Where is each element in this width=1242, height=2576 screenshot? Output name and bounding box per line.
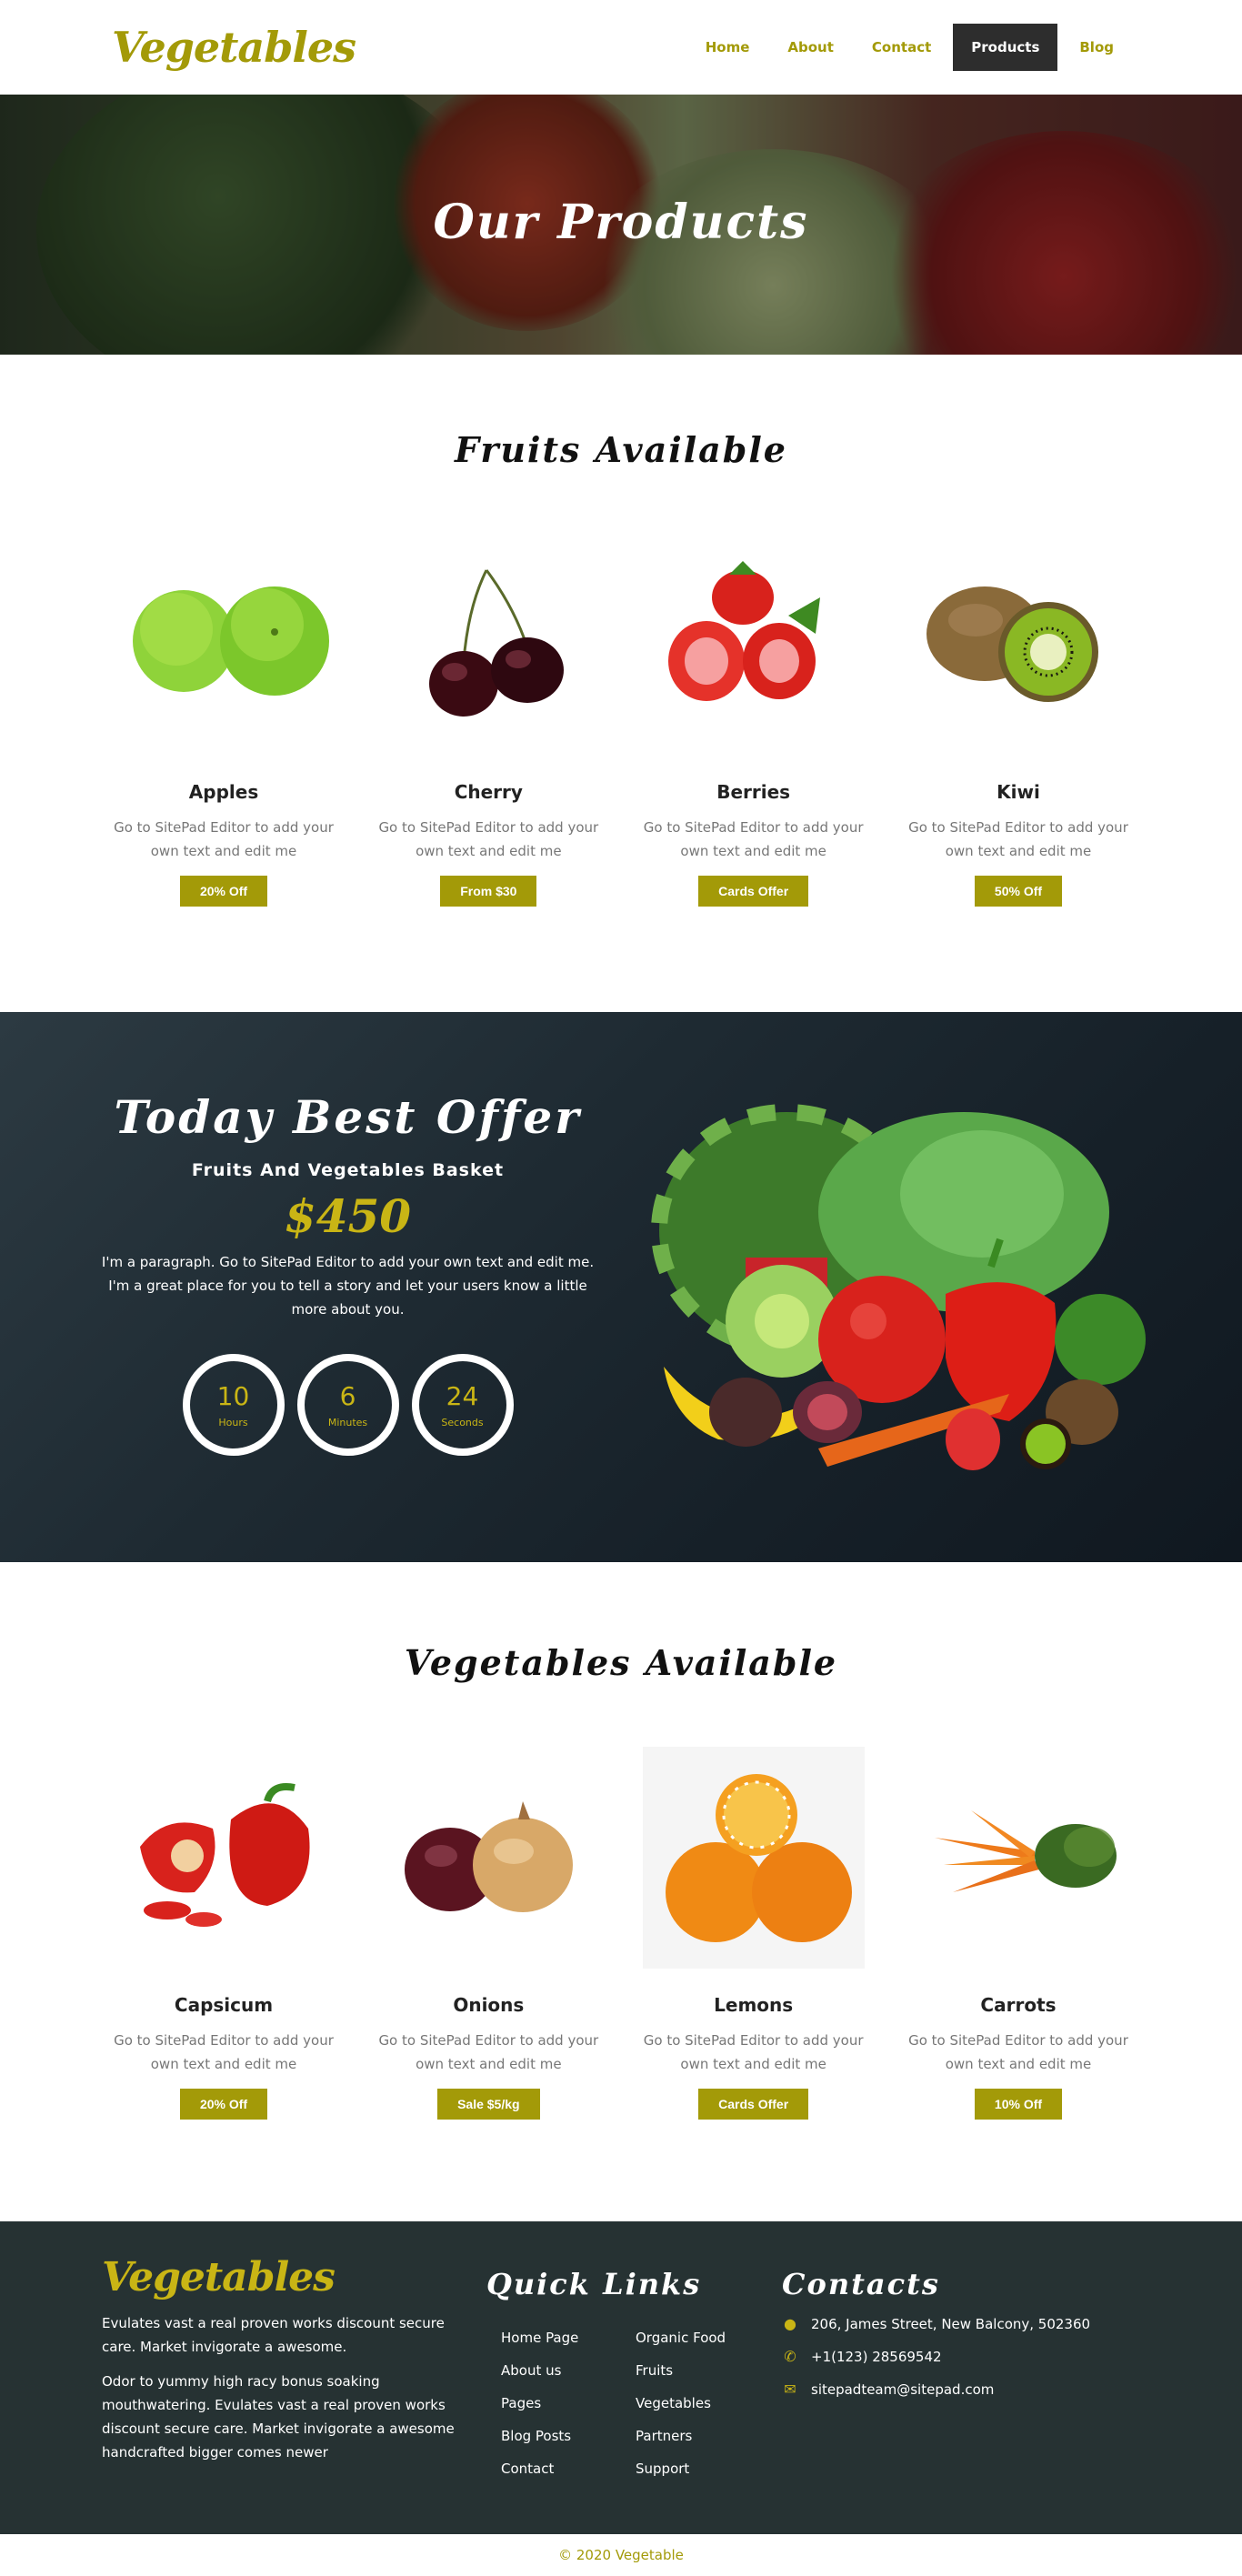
apples-image	[113, 534, 335, 756]
links-column-2: Organic Food Fruits Vegetables Partners …	[621, 2321, 756, 2485]
product-name: Apples	[188, 781, 259, 803]
product-card: Cherry Go to SitePad Editor to add your …	[374, 534, 603, 907]
countdown: 10 Hours 6 Minutes 24 Seconds	[91, 1354, 605, 1456]
footer-link[interactable]: Home Page	[501, 2321, 621, 2354]
vegetables-grid: Capsicum Go to SitePad Editor to add you…	[0, 1747, 1242, 2120]
vegetables-section: Vegetables Available Capsicum Go to Site…	[0, 1562, 1242, 2120]
footer-link[interactable]: Blog Posts	[501, 2420, 621, 2452]
offer-section: Today Best Offer Fruits And Vegetables B…	[0, 1012, 1242, 1562]
offer-subtitle: Fruits And Vegetables Basket	[191, 1160, 505, 1180]
main-nav: Home About Contact Products Blog	[689, 24, 1130, 71]
contact-email: ✉ sitepadteam@sitepad.com	[782, 2380, 1127, 2400]
fruits-title: Fruits Available	[455, 429, 787, 470]
footer-link[interactable]: Support	[636, 2452, 756, 2485]
offer-button[interactable]: 50% Off	[974, 876, 1063, 907]
nav-products[interactable]: Products	[953, 24, 1058, 71]
countdown-minutes: 6 Minutes	[296, 1354, 399, 1456]
carrots-image	[906, 1747, 1129, 1969]
product-name: Berries	[716, 781, 791, 803]
hero-banner: Our Products	[0, 95, 1242, 355]
product-desc: Go to SitePad Editor to add your own tex…	[378, 819, 599, 859]
product-card: Capsicum Go to SitePad Editor to add you…	[109, 1747, 338, 2120]
quick-links-title: Quick Links	[486, 2267, 702, 2301]
site-logo[interactable]: Vegetables	[112, 23, 356, 72]
nav-blog[interactable]: Blog	[1063, 24, 1130, 71]
envelope-icon: ✉	[784, 2381, 796, 2398]
offer-button[interactable]: From $30	[440, 876, 537, 907]
product-name: Cherry	[454, 781, 523, 803]
offer-text: I'm a paragraph. Go to SitePad Editor to…	[101, 1254, 595, 1318]
product-card: Kiwi Go to SitePad Editor to add your ow…	[904, 534, 1133, 907]
phone-icon: ✆	[784, 2348, 796, 2365]
site-footer: Vegetables Evulates vast a real proven w…	[0, 2221, 1242, 2534]
footer-link[interactable]: Fruits	[636, 2354, 756, 2387]
product-desc: Go to SitePad Editor to add your own tex…	[643, 2032, 864, 2072]
links-column-1: Home Page About us Pages Blog Posts Cont…	[486, 2321, 621, 2485]
product-card: Onions Go to SitePad Editor to add your …	[374, 1747, 603, 2120]
offer-button[interactable]: 10% Off	[974, 2089, 1063, 2120]
product-name: Kiwi	[997, 781, 1040, 803]
footer-link[interactable]: About us	[501, 2354, 621, 2387]
product-name: Onions	[453, 1994, 525, 2016]
contact-address: ● 206, James Street, New Balcony, 502360	[782, 2314, 1127, 2334]
product-card: Lemons Go to SitePad Editor to add your …	[639, 1747, 868, 2120]
offer-button[interactable]: 20% Off	[179, 876, 268, 907]
footer-quick-links: Quick Links Home Page About us Pages Blo…	[486, 2254, 786, 2485]
lemons-image	[642, 1747, 865, 1969]
capsicum-image	[113, 1747, 335, 1969]
product-name: Capsicum	[174, 1994, 274, 2016]
countdown-seconds: 24 Seconds	[411, 1354, 514, 1456]
fruit-basket-image	[627, 1094, 1173, 1512]
offer-price: $450	[284, 1189, 412, 1243]
footer-link[interactable]: Pages	[501, 2387, 621, 2420]
footer-link[interactable]: Vegetables	[636, 2387, 756, 2420]
copyright: © 2020 Vegetable	[0, 2534, 1242, 2576]
onions-image	[377, 1747, 600, 1969]
offer-title: Today Best Offer	[114, 1090, 582, 1144]
product-desc: Go to SitePad Editor to add your own tex…	[643, 819, 864, 859]
contacts-title: Contacts	[782, 2267, 940, 2301]
footer-link[interactable]: Partners	[636, 2420, 756, 2452]
offer-button[interactable]: 20% Off	[179, 2089, 268, 2120]
hero-title: Our Products	[433, 195, 809, 250]
footer-about: Vegetables Evulates vast a real proven w…	[102, 2254, 466, 2464]
product-card: Carrots Go to SitePad Editor to add your…	[904, 1747, 1133, 2120]
cherry-image	[377, 534, 600, 756]
footer-link[interactable]: Organic Food	[636, 2321, 756, 2354]
product-name: Lemons	[714, 1994, 794, 2016]
footer-logo[interactable]: Vegetables	[102, 2254, 466, 2300]
offer-button[interactable]: Cards Offer	[698, 876, 809, 907]
offer-content: Today Best Offer Fruits And Vegetables B…	[91, 1090, 605, 1456]
footer-contacts: Contacts ● 206, James Street, New Balcon…	[782, 2254, 1127, 2400]
product-card: Berries Go to SitePad Editor to add your…	[639, 534, 868, 907]
product-card: Apples Go to SitePad Editor to add your …	[109, 534, 338, 907]
product-desc: Go to SitePad Editor to add your own tex…	[378, 2032, 599, 2072]
contact-phone: ✆ +1(123) 28569542	[782, 2347, 1127, 2367]
site-header: Vegetables Home About Contact Products B…	[0, 0, 1242, 95]
nav-contact[interactable]: Contact	[856, 24, 947, 71]
nav-home[interactable]: Home	[689, 24, 766, 71]
product-desc: Go to SitePad Editor to add your own tex…	[908, 819, 1128, 859]
product-desc: Go to SitePad Editor to add your own tex…	[114, 819, 334, 859]
offer-button[interactable]: Cards Offer	[698, 2089, 809, 2120]
product-desc: Go to SitePad Editor to add your own tex…	[114, 2032, 334, 2072]
countdown-hours: 10 Hours	[182, 1354, 285, 1456]
vegetables-title: Vegetables Available	[404, 1642, 838, 1683]
nav-about[interactable]: About	[771, 24, 850, 71]
fruits-section: Fruits Available Apples Go to SitePad Ed…	[0, 355, 1242, 907]
location-pin-icon: ●	[784, 2315, 796, 2332]
offer-button[interactable]: Sale $5/kg	[437, 2089, 540, 2120]
footer-para-1: Evulates vast a real proven works discou…	[102, 2315, 445, 2355]
footer-link[interactable]: Contact	[501, 2452, 621, 2485]
product-name: Carrots	[980, 1994, 1057, 2016]
footer-para-2: Odor to yummy high racy bonus soaking mo…	[102, 2373, 455, 2461]
kiwi-image	[906, 534, 1129, 756]
fruits-grid: Apples Go to SitePad Editor to add your …	[0, 534, 1242, 907]
berries-image	[642, 534, 865, 756]
product-desc: Go to SitePad Editor to add your own tex…	[908, 2032, 1128, 2072]
